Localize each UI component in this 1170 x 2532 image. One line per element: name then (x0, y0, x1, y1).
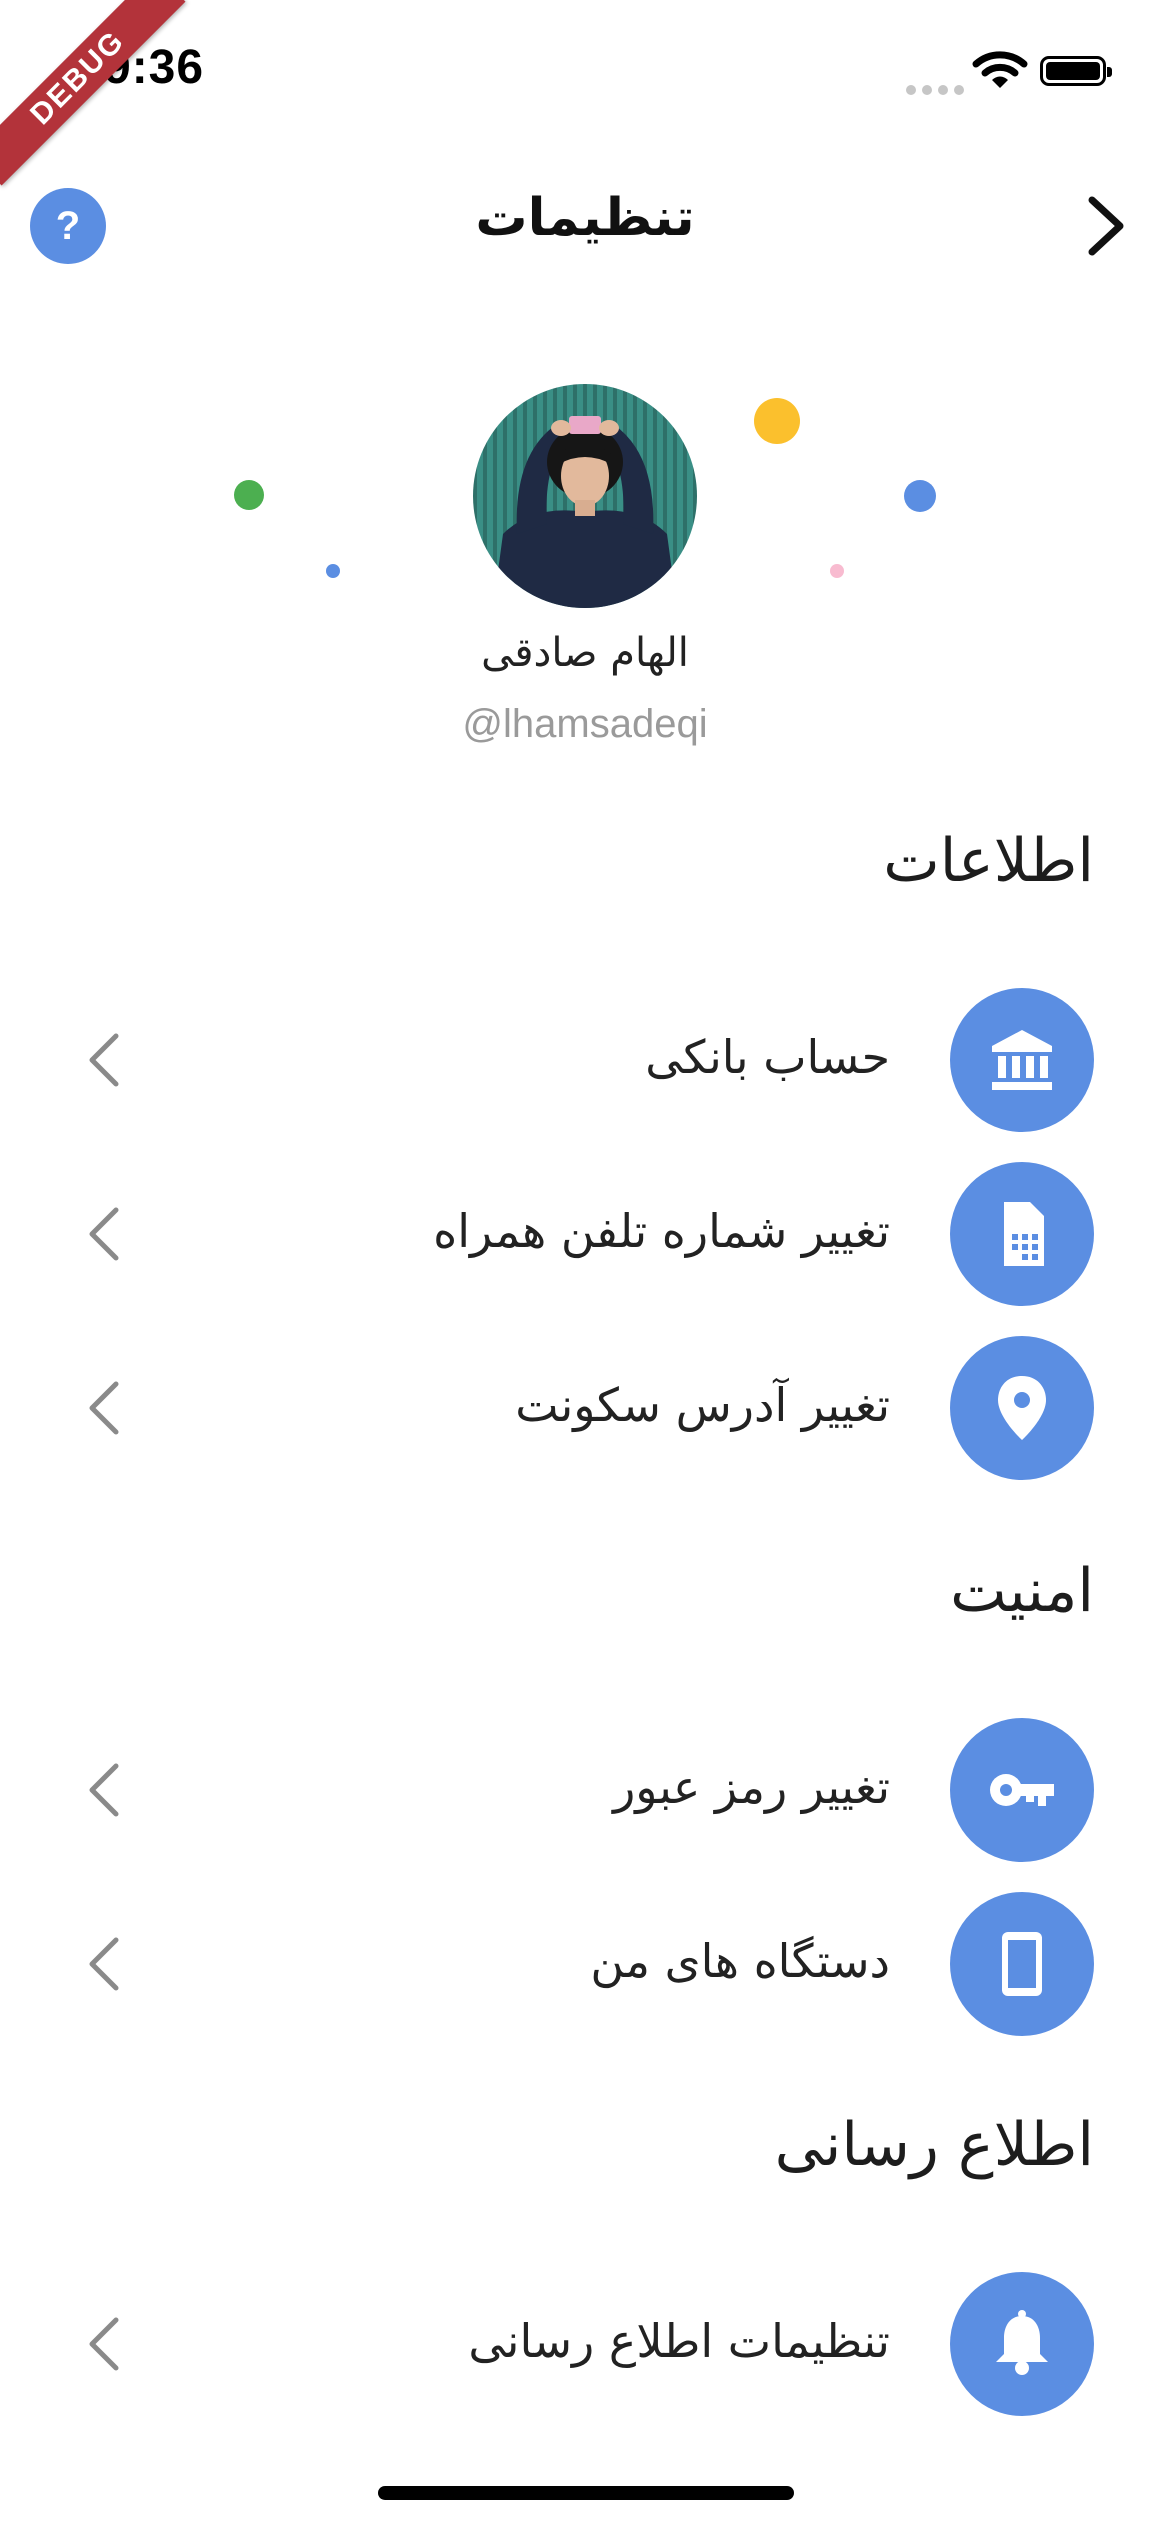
chevron-left-icon (86, 1032, 122, 1088)
location-pin-icon (998, 1376, 1046, 1440)
page-title: تنظیمات (475, 188, 695, 248)
chevron-left-icon (86, 1380, 122, 1436)
decor-dot-blue-small (326, 564, 340, 578)
back-button[interactable] (1076, 194, 1136, 258)
profile-name: الهام صادقی (481, 630, 689, 676)
profile-photo (473, 384, 697, 608)
row-label-notification-settings: تنظیمات اطلاع رسانی (468, 2314, 890, 2368)
bank-icon-badge (950, 988, 1094, 1132)
key-icon-badge (950, 1718, 1094, 1862)
decor-dot-green (234, 480, 264, 510)
avatar[interactable] (473, 384, 697, 608)
row-label-my-devices: دستگاه های من (590, 1934, 890, 1988)
chevron-left-icon (86, 1762, 122, 1818)
battery-icon (1040, 56, 1112, 86)
row-label-change-phone: تغییر شماره تلفن همراه (433, 1204, 890, 1258)
phone-device-icon-badge (950, 1892, 1094, 2036)
decor-dot-blue (904, 480, 936, 512)
cellular-signal-icon (906, 80, 970, 99)
section-title-security: امنیت (950, 1556, 1094, 1626)
home-indicator[interactable] (378, 2486, 794, 2500)
row-label-change-address: تغییر آدرس سکونت (515, 1378, 890, 1432)
row-label-bank-account: حساب بانکی (645, 1030, 890, 1084)
decor-dot-pink (830, 564, 844, 578)
chevron-left-icon (86, 1206, 122, 1262)
chevron-left-icon (86, 1936, 122, 1992)
section-title-notifications: اطلاع رسانی (774, 2110, 1094, 2180)
section-title-info: اطلاعات (883, 826, 1094, 896)
bell-icon-badge (950, 2272, 1094, 2416)
row-label-change-password: تغییر رمز عبور (613, 1760, 890, 1814)
phone-device-icon (1002, 1932, 1042, 1996)
bell-icon (996, 2310, 1048, 2375)
chevron-left-icon (86, 2316, 122, 2372)
decor-dot-yellow (754, 398, 800, 444)
location-pin-icon-badge (950, 1336, 1094, 1480)
profile-handle: @lhamsadeqi (462, 702, 708, 746)
sim-card-icon (1004, 1202, 1044, 1266)
chevron-right-icon (1088, 196, 1124, 256)
sim-card-icon-badge (950, 1162, 1094, 1306)
wifi-icon (972, 50, 1028, 94)
bank-icon (992, 1030, 1052, 1090)
key-icon (990, 1774, 1054, 1806)
